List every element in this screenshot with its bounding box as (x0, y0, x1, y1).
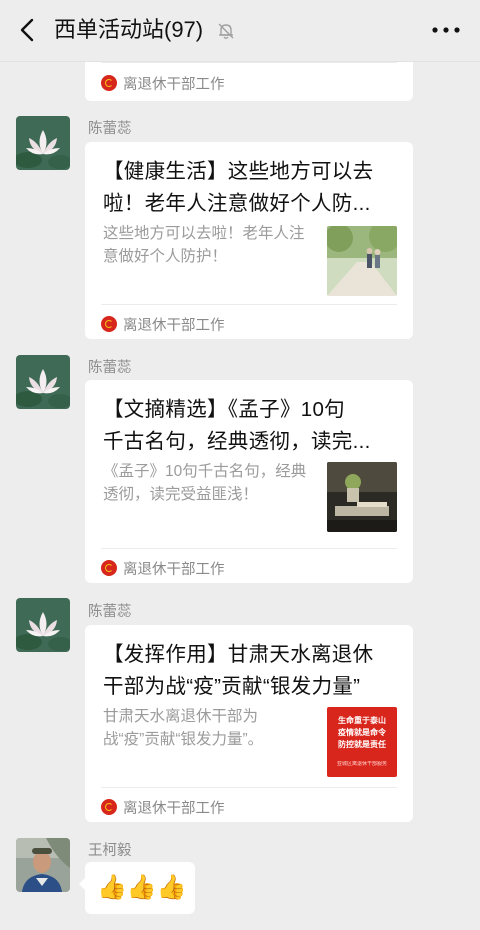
still-life-image (327, 462, 397, 532)
sender-name: 陈蕾蕊 (88, 121, 132, 137)
sender-name: 陈蕾蕊 (88, 360, 132, 376)
article-desc: 《孟子》10句千古名句，经典透彻，读完受益匪浅！ (103, 463, 307, 503)
party-emblem-icon (101, 799, 117, 815)
article-title: 【发挥作用】甘肃天水离退休 干部为战“疫”贡献“银发力量” (103, 639, 399, 703)
more-horizontal-icon[interactable] (430, 20, 462, 40)
chevron-left-icon[interactable] (14, 15, 42, 45)
article-card[interactable]: 【发挥作用】甘肃天水离退休 干部为战“疫”贡献“银发力量” 甘肃天水离退休干部为… (85, 625, 413, 822)
article-thumbnail (327, 226, 397, 296)
lotus-avatar-image (16, 355, 70, 409)
card-divider (101, 548, 397, 549)
card-divider (101, 62, 397, 63)
article-thumbnail: 生命重于泰山 疫情就是命令 防控就是责任 亚城区离退休干部服务 (327, 707, 397, 777)
article-source: 离退休干部工作 (101, 313, 225, 335)
article-thumbnail (327, 462, 397, 532)
avatar[interactable] (16, 355, 70, 409)
card-divider (101, 787, 397, 788)
source-label: 离退休干部工作 (123, 76, 225, 93)
party-emblem-icon (101, 560, 117, 576)
bell-off-icon (218, 23, 234, 39)
article-title-line: 千古名句，经典透彻，读完... (103, 430, 371, 453)
source-label: 离退休干部工作 (123, 561, 225, 578)
article-title-line: 干部为战“疫”贡献“银发力量” (103, 675, 361, 698)
avatar[interactable] (16, 598, 70, 652)
article-source: 离退休干部工作 (101, 557, 225, 579)
article-title: 【文摘精选】《孟子》10句 千古名句，经典透彻，读完... (103, 394, 399, 458)
thumbnail-slogan: 生命重于泰山 (338, 716, 386, 725)
sender-name: 王柯毅 (88, 843, 132, 859)
message-text: 👍👍👍 (97, 874, 187, 901)
park-walk-image (327, 226, 397, 296)
person-avatar-image (16, 838, 70, 892)
article-title: 【健康生活】这些地方可以去 啦！老年人注意做好个人防... (103, 156, 399, 220)
article-source: 离退休干部工作 (101, 72, 225, 94)
party-emblem-icon (101, 316, 117, 332)
source-label: 离退休干部工作 (123, 317, 225, 334)
thumbnail-footer: 亚城区离退休干部服务 (336, 761, 387, 767)
article-title-line: 【发挥作用】甘肃天水离退休 (103, 643, 374, 666)
source-label: 离退休干部工作 (123, 800, 225, 817)
thumbnail-slogan: 防控就是责任 (338, 740, 386, 749)
article-card[interactable]: 【健康生活】这些地方可以去 啦！老年人注意做好个人防... 这些地方可以去啦！老… (85, 142, 413, 339)
article-title-line: 【文摘精选】《孟子》10句 (103, 398, 345, 421)
chat-title: 西单活动站(97) (54, 17, 204, 42)
lotus-avatar-image (16, 598, 70, 652)
chat-header: 西单活动站(97) (0, 0, 480, 62)
article-desc: 甘肃天水离退休干部为战“疫”贡献“银发力量”。 (103, 708, 264, 748)
party-emblem-icon (101, 75, 117, 91)
avatar[interactable] (16, 838, 70, 892)
thumbnail-slogan: 疫情就是命令 (338, 728, 386, 737)
article-title-line: 【健康生活】这些地方可以去 (103, 160, 374, 183)
lotus-avatar-image (16, 116, 70, 170)
card-divider (101, 304, 397, 305)
avatar[interactable] (16, 116, 70, 170)
article-source: 离退休干部工作 (101, 796, 225, 818)
message-bubble[interactable]: 👍👍👍 (79, 862, 195, 914)
article-title-line: 啦！老年人注意做好个人防... (103, 192, 371, 215)
article-card[interactable]: 【文摘精选】《孟子》10句 千古名句，经典透彻，读完... 《孟子》10句千古名… (85, 380, 413, 583)
article-desc: 这些地方可以去啦！老年人注意做好个人防护！ (103, 225, 305, 265)
sender-name: 陈蕾蕊 (88, 604, 132, 620)
